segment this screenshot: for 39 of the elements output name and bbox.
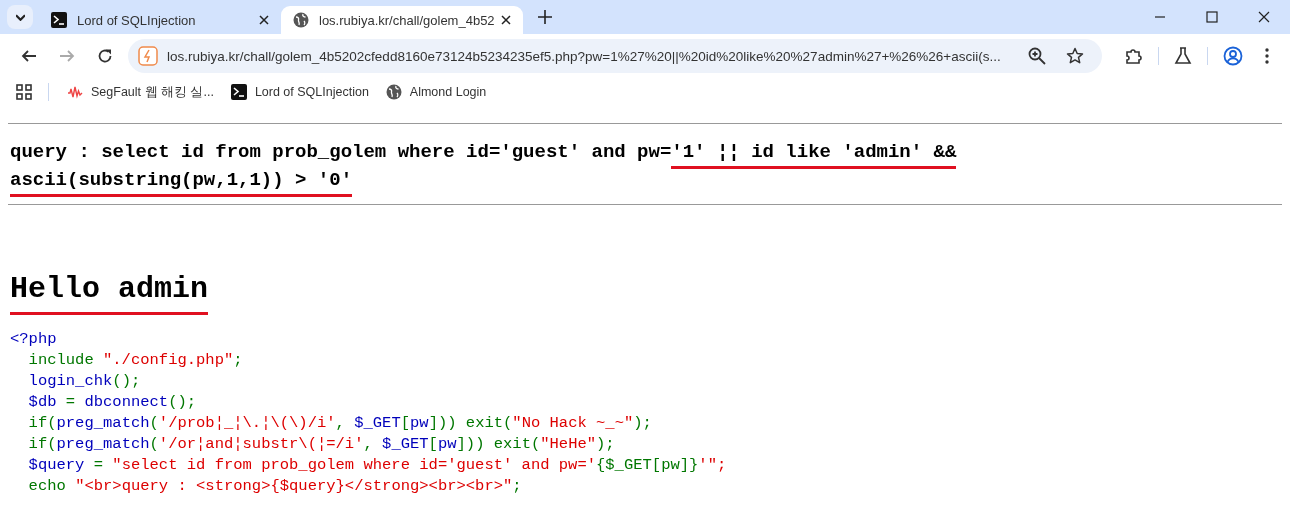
puzzle-icon[interactable] (1125, 47, 1143, 65)
caret-icon (15, 13, 25, 21)
code-line: <?php (10, 329, 58, 350)
globe-icon (385, 84, 402, 100)
bookmark[interactable]: SegFault 웹 해킹 실... (67, 83, 214, 101)
tab-search-button[interactable] (7, 5, 33, 29)
globe-icon (293, 12, 309, 28)
zoom-icon[interactable] (1028, 47, 1046, 65)
url-text: los.rubiya.kr/chall/golem_4b5202cfedd8160e73124b5234235ef5.php?pw=1%27%20||%20id%20like%20%27admin%27+%26%26+ascii(s... (167, 48, 1002, 64)
star-icon[interactable] (1066, 47, 1084, 65)
more-menu-icon[interactable] (1265, 48, 1269, 64)
terminal-icon (51, 12, 67, 28)
query-text: query : select id from prob_golem where id='guest' and pw='1' ¦¦ id like 'admin' && (10, 138, 1280, 166)
address-bar[interactable]: los.rubiya.kr/chall/golem_4b5202cfedd8160e73124b5234235ef5.php?pw=1%27%20||%20id%20like%20%27admin%27+%26%26+ascii(s... (128, 39, 1102, 73)
close-icon[interactable] (259, 15, 269, 25)
browser-tab[interactable]: los.rubiya.kr/chall/golem_4b52 (281, 6, 523, 34)
close-icon[interactable] (501, 15, 511, 25)
code-line: $query = "select id from prob_golem where id='guest' and pw='{$_GET[pw]}'"; (27, 455, 728, 476)
profile-icon[interactable] (1223, 46, 1243, 66)
greeting-heading: Hello admin (10, 272, 209, 315)
apps-icon[interactable] (16, 84, 32, 100)
waveform-icon (67, 84, 83, 100)
code-line: login_chk(); (27, 371, 142, 392)
bookmark[interactable]: Almond Login (385, 84, 487, 100)
code-line: if(preg_match('/or¦and¦substr\(¦=/i', $_GET[pw])) exit("HeHe"); (27, 434, 616, 455)
maximize-icon[interactable] (1206, 11, 1218, 23)
code-line: if(preg_match('/prob¦_¦\.¦\(\)/i', $_GET[pw])) exit("No Hack ~_~"); (27, 413, 653, 434)
browser-tab[interactable]: Lord of SQLInjection (39, 6, 281, 34)
flask-icon[interactable] (1174, 47, 1192, 65)
code-line: include "./config.php"; (27, 350, 244, 371)
terminal-icon (230, 84, 247, 100)
code-line: $db = dbconnect(); (27, 392, 198, 413)
reload-icon[interactable] (97, 48, 113, 64)
bookmark[interactable]: Lord of SQLInjection (230, 84, 369, 100)
close-icon[interactable] (1258, 11, 1270, 23)
new-tab-icon[interactable] (538, 10, 552, 24)
query-text: ascii(substring(pw,1,1)) > '0' (10, 166, 1280, 194)
code-line: echo "<br>query : <strong>{$query}</strong><br><br>"; (27, 476, 523, 497)
back-icon[interactable] (21, 48, 37, 64)
